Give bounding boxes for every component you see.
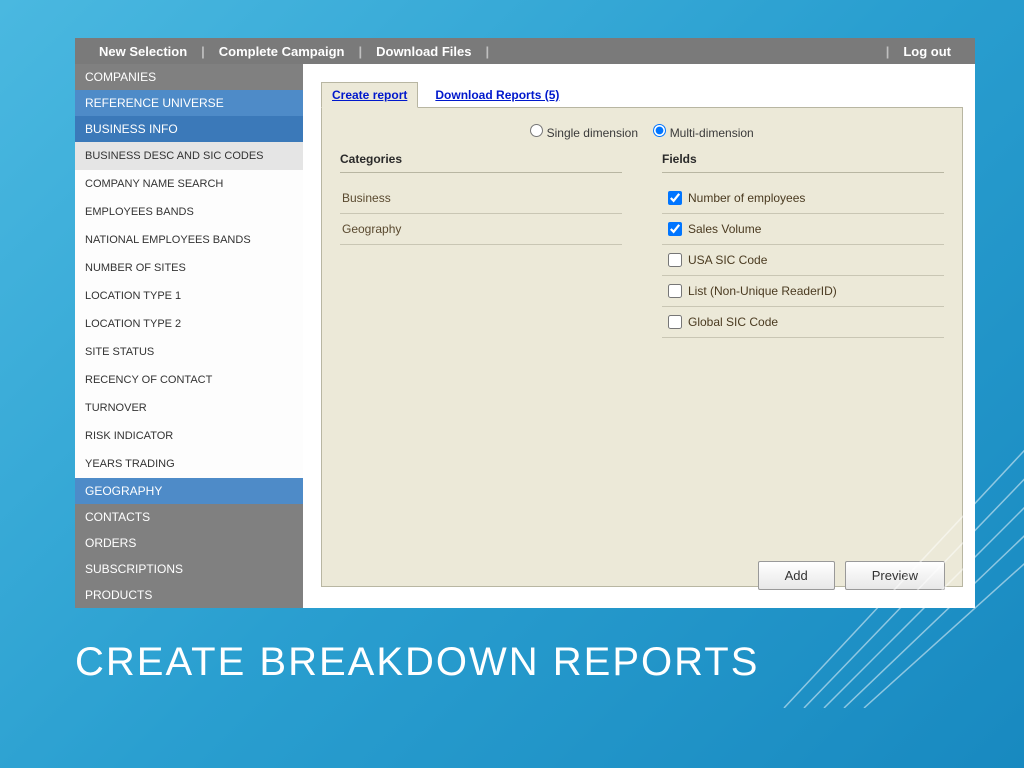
sidebar-products[interactable]: PRODUCTS <box>75 582 303 608</box>
dimension-selector: Single dimension Multi-dimension <box>340 120 944 152</box>
field-list-non-unique-readerid[interactable]: List (Non-Unique ReaderID) <box>662 276 944 307</box>
app-body: COMPANIES REFERENCE UNIVERSE BUSINESS IN… <box>75 64 975 608</box>
sidebar-item-national-employees-bands[interactable]: NATIONAL EMPLOYEES BANDS <box>75 226 303 254</box>
field-usa-sic-code[interactable]: USA SIC Code <box>662 245 944 276</box>
sidebar-companies[interactable]: COMPANIES <box>75 64 303 90</box>
radio-multi-dimension-input[interactable] <box>653 124 666 137</box>
top-nav-bar: New Selection | Complete Campaign | Down… <box>75 38 975 64</box>
sidebar-item-business-desc[interactable]: BUSINESS DESC AND SIC CODES <box>75 142 303 170</box>
nav-complete-campaign[interactable]: Complete Campaign <box>205 44 359 59</box>
checkbox-global-sic-code[interactable] <box>668 315 682 329</box>
radio-multi-dimension-label: Multi-dimension <box>670 126 754 140</box>
sidebar-item-number-of-sites[interactable]: NUMBER OF SITES <box>75 254 303 282</box>
sidebar-item-risk-indicator[interactable]: RISK INDICATOR <box>75 422 303 450</box>
radio-single-dimension-input[interactable] <box>530 124 543 137</box>
sidebar-reference-universe[interactable]: REFERENCE UNIVERSE <box>75 90 303 116</box>
field-label: List (Non-Unique ReaderID) <box>688 284 837 298</box>
nav-download-files[interactable]: Download Files <box>362 44 485 59</box>
checkbox-usa-sic-code[interactable] <box>668 253 682 267</box>
radio-multi-dimension[interactable]: Multi-dimension <box>653 126 753 140</box>
nav-divider: | <box>485 44 489 59</box>
sidebar-orders[interactable]: ORDERS <box>75 530 303 556</box>
tab-row: Create report Download Reports (5) <box>321 82 963 108</box>
fields-header: Fields <box>662 152 944 173</box>
sidebar-item-employees-bands[interactable]: EMPLOYEES BANDS <box>75 198 303 226</box>
field-label: Number of employees <box>688 191 805 205</box>
sidebar-item-company-name-search[interactable]: COMPANY NAME SEARCH <box>75 170 303 198</box>
app-window: New Selection | Complete Campaign | Down… <box>75 38 975 608</box>
field-number-of-employees[interactable]: Number of employees <box>662 183 944 214</box>
checkbox-number-of-employees[interactable] <box>668 191 682 205</box>
button-row: Add Preview <box>758 561 945 590</box>
main-area: Create report Download Reports (5) Singl… <box>303 64 975 608</box>
fields-column: Fields Number of employees Sales Volume … <box>662 152 944 338</box>
field-label: USA SIC Code <box>688 253 767 267</box>
sidebar-item-location-type-2[interactable]: LOCATION TYPE 2 <box>75 310 303 338</box>
sidebar-item-turnover[interactable]: TURNOVER <box>75 394 303 422</box>
radio-single-dimension-label: Single dimension <box>547 126 638 140</box>
sidebar-item-recency-of-contact[interactable]: RECENCY OF CONTACT <box>75 366 303 394</box>
category-business[interactable]: Business <box>340 183 622 214</box>
sidebar-subscriptions[interactable]: SUBSCRIPTIONS <box>75 556 303 582</box>
category-geography[interactable]: Geography <box>340 214 622 245</box>
categories-header: Categories <box>340 152 622 173</box>
sidebar-item-years-trading[interactable]: YEARS TRADING <box>75 450 303 478</box>
slide-title: CREATE BREAKDOWN REPORTS <box>75 640 759 685</box>
sidebar-business-info[interactable]: BUSINESS INFO <box>75 116 303 142</box>
checkbox-sales-volume[interactable] <box>668 222 682 236</box>
report-panel: Single dimension Multi-dimension Categor… <box>321 107 963 587</box>
tab-create-report[interactable]: Create report <box>321 82 418 108</box>
field-label: Global SIC Code <box>688 315 778 329</box>
categories-column: Categories Business Geography <box>340 152 622 338</box>
columns: Categories Business Geography Fields Num… <box>340 152 944 338</box>
tab-download-reports[interactable]: Download Reports (5) <box>424 82 570 108</box>
field-label: Sales Volume <box>688 222 761 236</box>
sidebar: COMPANIES REFERENCE UNIVERSE BUSINESS IN… <box>75 64 303 608</box>
checkbox-list-non-unique-readerid[interactable] <box>668 284 682 298</box>
nav-new-selection[interactable]: New Selection <box>85 44 201 59</box>
add-button[interactable]: Add <box>758 561 835 590</box>
sidebar-item-site-status[interactable]: SITE STATUS <box>75 338 303 366</box>
sidebar-contacts[interactable]: CONTACTS <box>75 504 303 530</box>
sidebar-item-location-type-1[interactable]: LOCATION TYPE 1 <box>75 282 303 310</box>
field-sales-volume[interactable]: Sales Volume <box>662 214 944 245</box>
preview-button[interactable]: Preview <box>845 561 945 590</box>
field-global-sic-code[interactable]: Global SIC Code <box>662 307 944 338</box>
sidebar-geography[interactable]: GEOGRAPHY <box>75 478 303 504</box>
radio-single-dimension[interactable]: Single dimension <box>530 126 641 140</box>
nav-logout[interactable]: Log out <box>889 44 965 59</box>
